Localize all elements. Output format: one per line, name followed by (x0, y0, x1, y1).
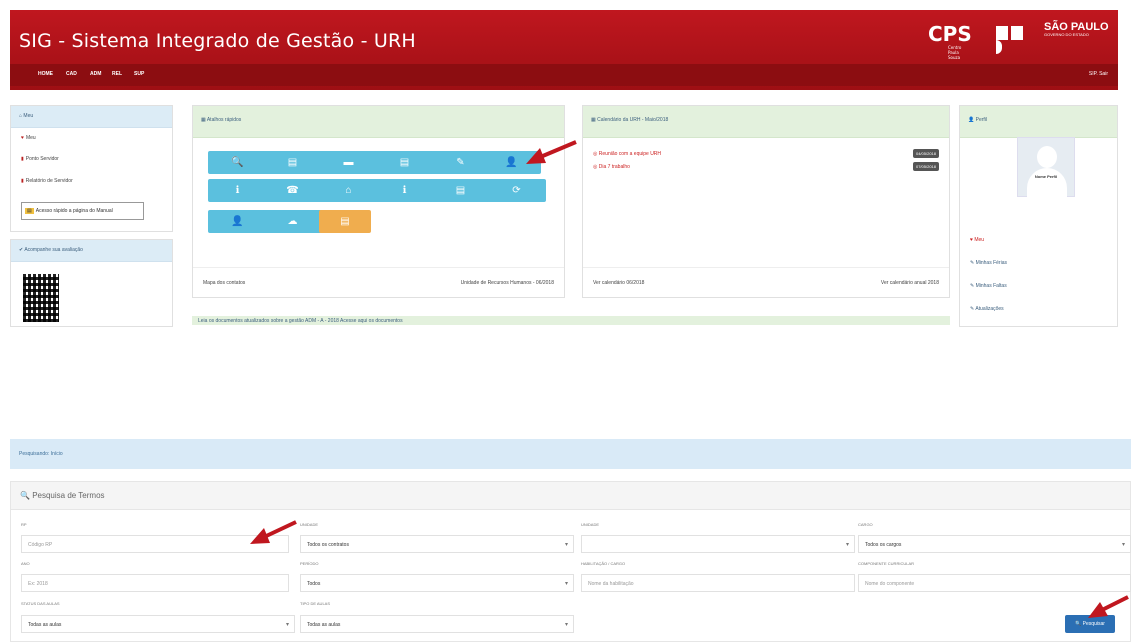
shortcut-home-tile[interactable]: ⌂ (319, 179, 378, 202)
cps-logo-sub: Centro Paula Souza (948, 45, 962, 60)
calendar-footer: Ver calendário 06/2018 Ver calendário an… (583, 267, 949, 297)
sp-logo-title: SÃO PAULO (1044, 21, 1109, 33)
menu-home[interactable]: HOME (38, 71, 53, 77)
profile-link-atualizacoes[interactable]: ✎ Atualizações (970, 306, 1004, 312)
period-select[interactable]: Todos ▾ (300, 574, 574, 592)
sp-government-logo: SÃO PAULO GOVERNO DO ESTADO (1044, 22, 1109, 38)
left-link-ponto[interactable]: ▮ Ponto Servidor (21, 156, 59, 162)
chevron-down-icon: ▾ (1121, 542, 1125, 548)
calendar-event-1-date: 04/05/2018 (912, 149, 939, 158)
chevron-down-icon: ▾ (564, 542, 568, 548)
tipo-label: Tipo de aulas (300, 601, 331, 606)
search-form-title: 🔍 Pesquisa de Termos (11, 482, 1130, 510)
calendar-panel-title: ▦ Calendário da URH - Maio/2018 (583, 106, 949, 138)
evaluation-panel-title: ✔ Acompanhe sua avaliação (11, 240, 172, 262)
book-icon: ▤ (25, 208, 34, 214)
shortcut-folder-tile[interactable]: ▬ (319, 151, 378, 174)
left-panel-title: ⌂ Meu (11, 106, 172, 128)
componente-label: Componente Curricular (858, 561, 915, 566)
shortcut-list-tile[interactable]: ▤ (263, 151, 322, 174)
menu-rel[interactable]: REL (112, 71, 122, 77)
shortcut-search-tile[interactable]: 🔍 (208, 151, 267, 174)
profile-link-meu[interactable]: ♥ Meu (970, 237, 984, 243)
documents-notice[interactable]: Leia os documentos atualizados sobre a g… (192, 316, 950, 325)
qualification-input[interactable]: Nome da habilitação (581, 574, 855, 592)
left-link-meu[interactable]: ♥ Meu (21, 135, 36, 141)
rp-label: RP (21, 522, 27, 527)
menu-adm[interactable]: ADM (90, 71, 101, 77)
menu-cad[interactable]: CAD (66, 71, 77, 77)
heart-icon: ♥ (21, 135, 24, 141)
manual-alert-link[interactable]: ▤ Acesso rápido a página do Manual (21, 202, 144, 220)
shortcut-doc-tile[interactable]: ▤ (375, 151, 434, 174)
component-input[interactable]: Nome do componente (858, 574, 1131, 592)
unidade2-label: Unidade (581, 522, 600, 527)
shortcut-report-tile[interactable]: ▤ (319, 210, 371, 233)
rp-input[interactable]: Código RP (21, 535, 289, 553)
top-banner: SIG - Sistema Integrado de Gestão - URH … (10, 10, 1118, 90)
qr-code-image (23, 274, 59, 322)
contacts-map-link[interactable]: Mapa dos contatos (203, 280, 245, 286)
sp-flag-icon (996, 26, 1034, 54)
search-icon: 🔍 (20, 491, 33, 500)
breadcrumb[interactable]: Pesquisando: Início (10, 439, 1131, 469)
file-icon: ▮ (21, 156, 24, 162)
avatar-caption: Nome Perfil (1034, 174, 1058, 179)
contract-select[interactable]: Todos os contratos ▾ (300, 535, 574, 553)
left-panel: ⌂ Meu ♥ Meu ▮ Ponto Servidor ▮ Relatório de… (10, 105, 173, 232)
shortcut-person-tile[interactable]: 👤 (208, 210, 267, 233)
shortcut-card-tile[interactable]: ▤ (431, 179, 490, 202)
chevron-down-icon: ▾ (564, 581, 568, 587)
unidade-label: Unidade (300, 522, 319, 527)
chevron-down-icon: ▾ (285, 622, 289, 628)
calendar-year-link[interactable]: Ver calendário anual 2018 (881, 280, 939, 286)
search-button[interactable]: 🔍 Pesquisar (1065, 615, 1115, 633)
shortcuts-panel-title: ▦ Atalhos rápidos (193, 106, 564, 138)
profile-panel: 👤 Perfil Nome Perfil ♥ Meu ✎ Minhas Féri… (959, 105, 1118, 327)
shortcut-user-tile[interactable]: 👤 (482, 151, 541, 174)
calendar-event-1[interactable]: ◎ Reunião com a equipe URH (593, 151, 661, 157)
role-select[interactable]: Todos os cargos ▾ (858, 535, 1131, 553)
calendar-event-2[interactable]: ◎ Dia 7 trabalho (593, 164, 630, 170)
unit-label: Unidade de Recursos Humanos - 06/2018 (460, 280, 554, 286)
ano-label: Ano (21, 561, 30, 566)
user-icon: 👤 (968, 117, 976, 123)
left-link-relatorio[interactable]: ▮ Relatório de Servidor (21, 178, 73, 184)
cps-logo: CPS Centro Paula Souza (928, 22, 972, 60)
profile-link-ferias[interactable]: ✎ Minhas Férias (970, 260, 1007, 266)
avatar: Nome Perfil (1017, 137, 1075, 198)
main-menu: HOME CAD ADM REL SUP SIP. Sair (10, 64, 1118, 86)
shortcut-refresh-tile[interactable]: ⟳ (487, 179, 546, 202)
calendar-month-link[interactable]: Ver calendário 06/2018 (593, 280, 644, 286)
chevron-down-icon: ▾ (564, 622, 568, 628)
status-label: Status das aulas (21, 601, 60, 606)
file-icon: ▮ (21, 178, 24, 184)
app-title: SIG - Sistema Integrado de Gestão - URH (19, 30, 416, 52)
chevron-down-icon: ▾ (845, 542, 849, 548)
status-select[interactable]: Todas as aulas ▾ (21, 615, 295, 633)
profile-panel-title: 👤 Perfil (960, 106, 1117, 138)
shortcut-cloud-tile[interactable]: ☁ (263, 210, 322, 233)
class-type-select[interactable]: Todas as aulas ▾ (300, 615, 574, 633)
menu-sup[interactable]: SUP (134, 71, 144, 77)
shortcut-phone-tile[interactable]: ☎ (263, 179, 322, 202)
cps-logo-text: CPS (928, 22, 972, 46)
habilitacao-label: Habilitação / Cargo (581, 561, 626, 566)
user-logout-link[interactable]: SIP. Sair (1089, 71, 1108, 77)
shortcut-info2-tile[interactable]: ℹ (375, 179, 434, 202)
shortcuts-footer: Mapa dos contatos Unidade de Recursos Hu… (193, 267, 564, 297)
calendar-event-2-date: 07/05/2018 (912, 162, 939, 171)
profile-link-faltas[interactable]: ✎ Minhas Faltas (970, 283, 1007, 289)
shortcut-info-tile[interactable]: ℹ (208, 179, 267, 202)
cargo-label: Cargo (858, 522, 873, 527)
year-input[interactable]: Ex: 2018 (21, 574, 289, 592)
periodo-label: Período (300, 561, 319, 566)
unit-select[interactable]: ▾ (581, 535, 855, 553)
calendar-panel: ▦ Calendário da URH - Maio/2018 ◎ Reuniã… (582, 105, 950, 298)
